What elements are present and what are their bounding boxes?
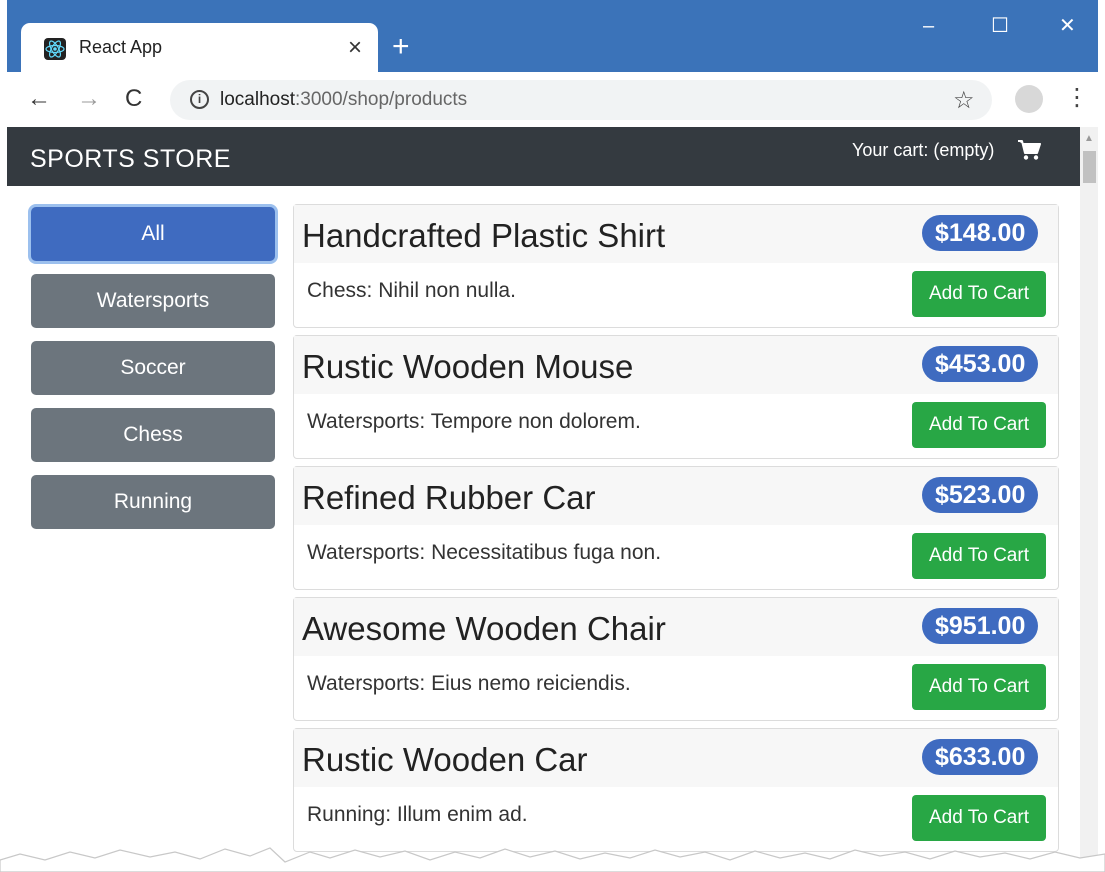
add-to-cart-button[interactable]: Add To Cart <box>912 795 1046 841</box>
add-to-cart-button[interactable]: Add To Cart <box>912 533 1046 579</box>
new-tab-button[interactable]: + <box>392 30 410 64</box>
product-name: Rustic Wooden Mouse <box>302 348 634 385</box>
product-card: Handcrafted Plastic Shirt $148.00 Chess:… <box>293 204 1059 328</box>
product-card-header: Rustic Wooden Mouse $453.00 <box>294 336 1058 394</box>
torn-edge-decoration <box>0 847 1105 872</box>
category-button-soccer[interactable]: Soccer <box>31 341 275 395</box>
category-button-running[interactable]: Running <box>31 475 275 529</box>
info-icon[interactable]: i <box>190 90 209 109</box>
scroll-up-arrow-icon[interactable]: ▲ <box>1084 133 1094 144</box>
price-badge: $633.00 <box>922 739 1039 775</box>
shopping-cart-icon[interactable] <box>1017 139 1041 167</box>
product-name: Rustic Wooden Car <box>302 741 588 778</box>
bookmark-star-icon[interactable]: ☆ <box>953 86 975 115</box>
product-card-header: Rustic Wooden Car $633.00 <box>294 729 1058 787</box>
product-list: Handcrafted Plastic Shirt $148.00 Chess:… <box>293 204 1059 859</box>
back-arrow-icon[interactable]: ← <box>27 85 51 113</box>
product-card-header: Awesome Wooden Chair $951.00 <box>294 598 1058 656</box>
price-badge: $523.00 <box>922 477 1039 513</box>
product-card: Rustic Wooden Mouse $453.00 Watersports:… <box>293 335 1059 459</box>
product-description: Watersports: Eius nemo reiciendis. <box>307 672 631 695</box>
category-button-chess[interactable]: Chess <box>31 408 275 462</box>
url-text[interactable]: localhost:3000/shop/products <box>220 89 467 111</box>
product-description: Watersports: Necessitatibus fuga non. <box>307 541 662 564</box>
product-card: Refined Rubber Car $523.00 Watersports: … <box>293 466 1059 590</box>
react-logo-icon <box>44 38 66 60</box>
category-button-watersports[interactable]: Watersports <box>31 274 275 328</box>
browser-window: React App × + – ☐ ✕ ← → C i localhost:30… <box>7 0 1098 872</box>
maximize-button[interactable]: ☐ <box>991 14 1009 38</box>
app-navbar: SPORTS STORE Your cart: (empty) <box>7 127 1080 186</box>
product-name: Awesome Wooden Chair <box>302 610 666 647</box>
product-description: Running: Illum enim ad. <box>307 803 528 826</box>
tab-close-icon[interactable]: × <box>348 33 362 63</box>
brand-title[interactable]: SPORTS STORE <box>30 145 231 174</box>
product-card-header: Refined Rubber Car $523.00 <box>294 467 1058 525</box>
price-badge: $148.00 <box>922 215 1039 251</box>
page-scrollbar[interactable]: ▲ <box>1080 127 1098 872</box>
browser-tab[interactable]: React App × <box>21 23 378 73</box>
scroll-thumb[interactable] <box>1083 151 1096 183</box>
tab-title: React App <box>79 37 163 57</box>
add-to-cart-button[interactable]: Add To Cart <box>912 664 1046 710</box>
product-card: Rustic Wooden Car $633.00 Running: Illum… <box>293 728 1059 852</box>
add-to-cart-button[interactable]: Add To Cart <box>912 271 1046 317</box>
category-sidebar: All Watersports Soccer Chess Running <box>31 207 275 542</box>
add-to-cart-button[interactable]: Add To Cart <box>912 402 1046 448</box>
profile-avatar-icon[interactable] <box>1015 85 1043 113</box>
forward-arrow-icon[interactable]: → <box>77 85 101 113</box>
product-name: Refined Rubber Car <box>302 479 596 516</box>
url-host: localhost <box>220 89 295 110</box>
product-description: Chess: Nihil non nulla. <box>307 279 516 302</box>
price-badge: $951.00 <box>922 608 1039 644</box>
product-card-header: Handcrafted Plastic Shirt $148.00 <box>294 205 1058 263</box>
minimize-button[interactable]: – <box>923 14 934 38</box>
product-description: Watersports: Tempore non dolorem. <box>307 410 641 433</box>
browser-toolbar: ← → C i localhost:3000/shop/products ☆ ⋮ <box>7 72 1098 127</box>
price-badge: $453.00 <box>922 346 1039 382</box>
browser-menu-icon[interactable]: ⋮ <box>1065 84 1089 112</box>
cart-summary: Your cart: (empty) <box>852 140 995 160</box>
product-card: Awesome Wooden Chair $951.00 Watersports… <box>293 597 1059 721</box>
address-bar[interactable]: i localhost:3000/shop/products ☆ <box>170 80 992 120</box>
title-bar: React App × + – ☐ ✕ <box>7 0 1098 73</box>
category-button-all[interactable]: All <box>31 207 275 261</box>
url-path: :3000/shop/products <box>295 89 468 110</box>
product-name: Handcrafted Plastic Shirt <box>302 217 666 254</box>
reload-icon[interactable]: C <box>125 85 142 113</box>
close-window-button[interactable]: ✕ <box>1059 14 1076 38</box>
